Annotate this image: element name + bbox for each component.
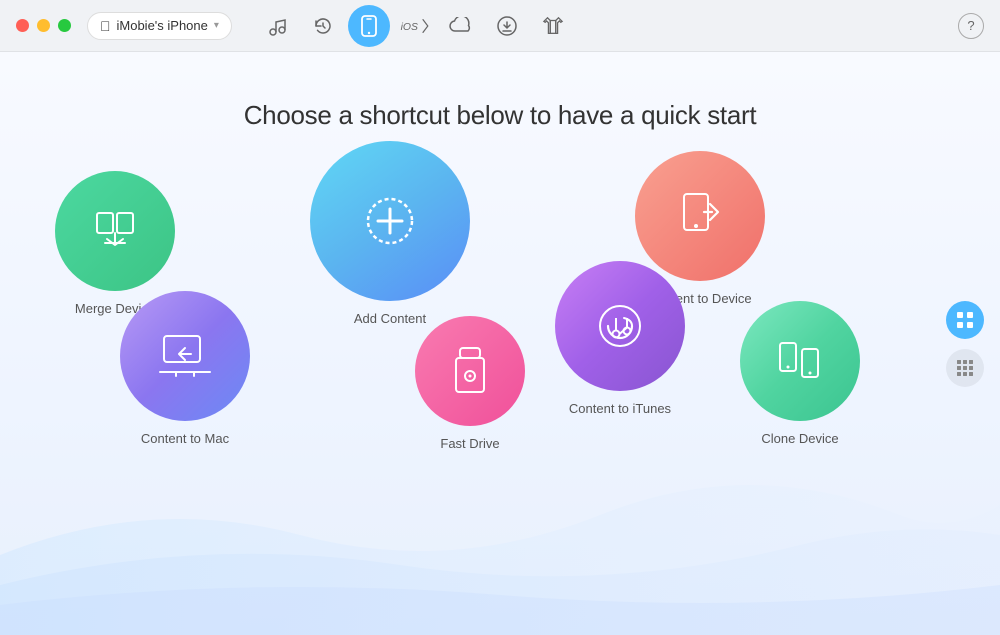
close-button[interactable] [16,19,29,32]
svg-text:iOS: iOS [401,22,418,33]
maximize-button[interactable] [58,19,71,32]
toolbar-cloud-button[interactable] [440,5,482,47]
minimize-button[interactable] [37,19,50,32]
content-to-mac-item[interactable]: Content to Mac [120,291,250,446]
toolbar-ios-button[interactable]: iOS [394,5,436,47]
clone-device-label: Clone Device [761,431,838,446]
toolbar-history-button[interactable] [302,5,344,47]
fast-drive-circle [415,316,525,426]
clone-device-item[interactable]: Clone Device [740,301,860,446]
shortcuts-area: Merge Device Add Content [0,131,1000,511]
add-content-circle [310,141,470,301]
main-content: Choose a shortcut below to have a quick … [0,52,1000,635]
content-to-itunes-item[interactable]: Content to iTunes [555,261,685,416]
chevron-down-icon: ▾ [214,20,219,31]
toolbar-music-button[interactable] [256,5,298,47]
toolbar-nav: iOS [256,5,958,47]
clone-device-circle [740,301,860,421]
add-content-item[interactable]: Add Content [310,141,470,326]
content-to-mac-label: Content to Mac [141,431,229,446]
toolbar-transfer-button[interactable] [532,5,574,47]
merge-device-circle [55,171,175,291]
content-to-mac-circle [120,291,250,421]
toolbar-download-button[interactable] [486,5,528,47]
toolbar-device-button[interactable] [348,5,390,47]
help-label: ? [967,18,974,33]
traffic-lights [16,19,71,32]
toolbar-right: ? [958,13,984,39]
sidebar-right [946,301,984,387]
grid-button[interactable] [946,349,984,387]
apple-icon:  [100,18,111,34]
tools-button[interactable] [946,301,984,339]
page-title: Choose a shortcut below to have a quick … [0,52,1000,131]
fast-drive-label: Fast Drive [440,436,499,451]
titlebar:  iMobie's iPhone ▾ [0,0,1000,52]
fast-drive-item[interactable]: Fast Drive [415,316,525,451]
content-to-itunes-circle [555,261,685,391]
content-to-itunes-label: Content to iTunes [569,401,671,416]
help-button[interactable]: ? [958,13,984,39]
device-name: iMobie's iPhone [117,18,208,33]
device-selector[interactable]:  iMobie's iPhone ▾ [87,12,232,40]
